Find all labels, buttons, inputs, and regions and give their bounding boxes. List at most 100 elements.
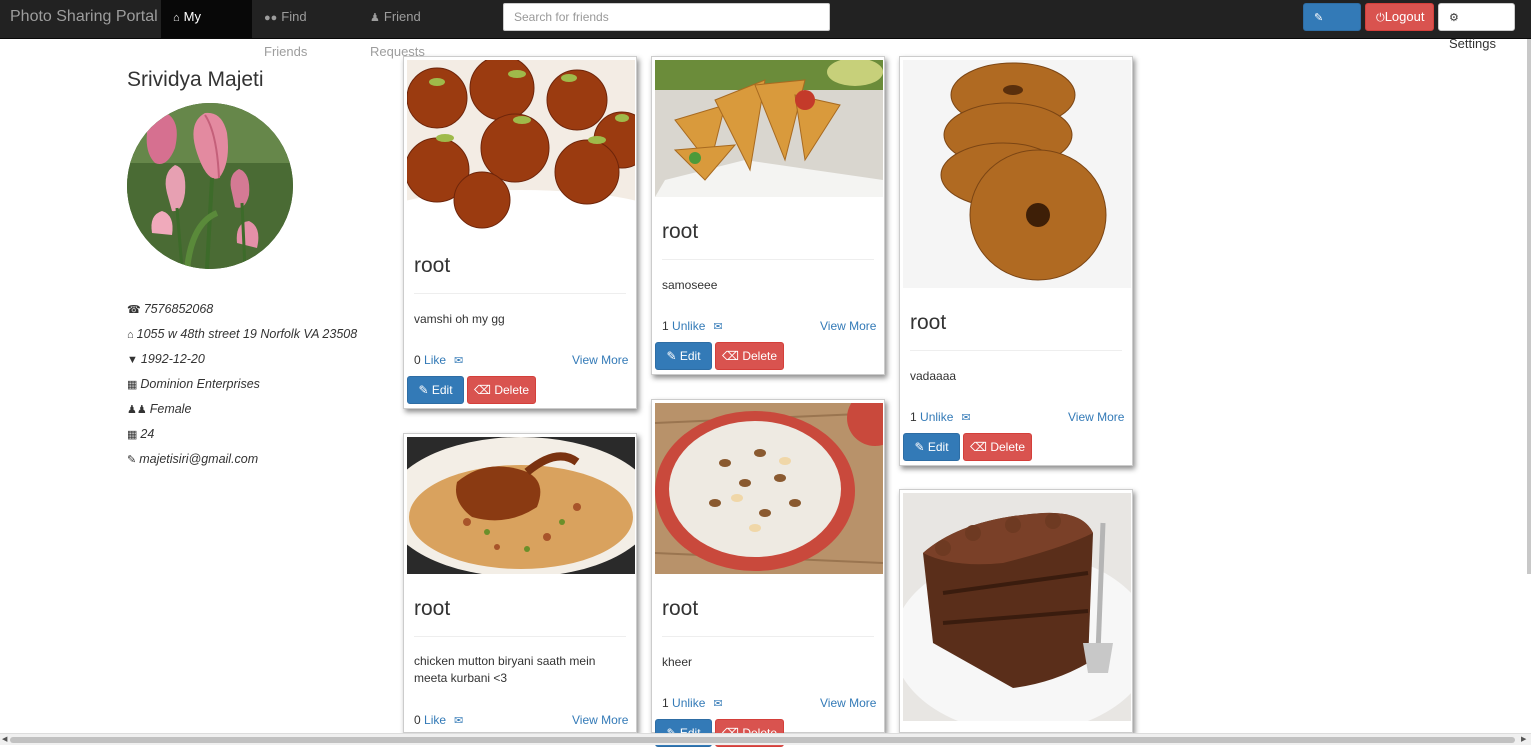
post-card [899, 489, 1133, 733]
profile-phone: ☎ 7576852068 [127, 302, 387, 316]
profile-phone-value: 7576852068 [143, 302, 214, 316]
logout-button[interactable]: ⏻Logout [1365, 3, 1434, 31]
unlike-link[interactable]: Unlike [672, 319, 705, 333]
comments-icon[interactable]: ✉ [961, 412, 970, 424]
home-icon: ⌂ [173, 12, 180, 24]
nav-my-profile[interactable]: ⌂ My Profile [161, 0, 252, 59]
glass-icon: ▼ [127, 354, 138, 366]
like-link[interactable]: Like [424, 713, 446, 727]
divider [414, 293, 626, 294]
comments-icon[interactable]: ✉ [454, 355, 463, 367]
post-button[interactable]: ✎ Post [1303, 3, 1361, 51]
comments-icon[interactable]: ✉ [713, 321, 722, 333]
top-navbar: Photo Sharing Portal ⌂ My Profile ●● Find … [0, 0, 1531, 59]
brand-logo[interactable]: Photo Sharing Portal [0, 0, 158, 38]
profile-address-value: 1055 w 48th street 19 Norfolk VA 23508 [136, 327, 358, 341]
like-count: 0 [414, 353, 421, 367]
post-image[interactable] [407, 437, 635, 574]
gear-icon: ⚙ [1449, 12, 1459, 24]
post-card: root kheer 1 Unlike✉ View More ✎ Edit ⌫ … [651, 399, 885, 747]
post-card: root vadaaaa 1 Unlike ✉ View More ✎ Edit … [899, 56, 1133, 466]
post-author: root [414, 254, 451, 277]
profile-age: ▦ 24 [127, 427, 387, 441]
post-caption: vadaaaa [910, 369, 957, 383]
view-more-link[interactable]: View More [572, 713, 628, 727]
edit-icon: ✎ [666, 349, 677, 363]
divider [662, 636, 874, 637]
unlike-link[interactable]: Unlike [672, 696, 705, 710]
like-link[interactable]: Like [424, 353, 446, 367]
profile-email-value: majetisiri@gmail.com [139, 452, 259, 466]
logout-button-label: Logout [1384, 9, 1425, 24]
post-image[interactable] [655, 403, 883, 574]
post-card: root samoseee 1 Unlike ✉ View More ✎ Edit… [651, 56, 885, 375]
profile-panel: Srividya Majeti ☎ 7576852068 ⌂ 1055 w 48th… [127, 68, 387, 466]
scroll-left-arrow-icon[interactable]: ◀ [2, 735, 7, 743]
post-image[interactable] [903, 493, 1131, 721]
delete-button-label: Delete [990, 440, 1025, 454]
divider [414, 636, 626, 637]
comments-icon[interactable]: ✉ [454, 715, 463, 727]
nav-friend-requests[interactable]: ♟ Friend Requests [358, 0, 478, 59]
vertical-scrollbar[interactable] [1527, 39, 1531, 574]
post-likes: 1 Unlike ✉ [910, 410, 971, 424]
search-friends-input[interactable] [503, 3, 830, 31]
post-author: root [662, 597, 699, 620]
profile-dob: ▼ 1992-12-20 [127, 352, 387, 366]
post-caption: samoseee [662, 278, 718, 292]
post-image[interactable] [903, 60, 1131, 288]
divider [662, 259, 874, 260]
post-card: root vamshi oh my gg 0 Like ✉ View More ✎… [403, 56, 637, 409]
edit-icon: ✎ [914, 440, 925, 454]
profile-gender: ♟♟ Female [127, 402, 387, 416]
phone-icon: ☎ [127, 304, 141, 316]
profile-name: Srividya Majeti [127, 68, 264, 91]
post-likes: 0 Like ✉ [414, 353, 463, 367]
edit-button-label: Edit [431, 383, 453, 397]
profile-email: ✎ majetisiri@gmail.com [127, 452, 387, 466]
post-likes: 0 Like ✉ [414, 713, 463, 727]
view-more-link[interactable]: View More [572, 353, 628, 367]
profile-company: ▦ Dominion Enterprises [127, 377, 387, 391]
view-more-link[interactable]: View More [820, 319, 876, 333]
like-count: 1 [662, 696, 669, 710]
post-image[interactable] [407, 60, 635, 231]
post-author: root [910, 311, 947, 334]
profile-age-value: 24 [140, 427, 155, 441]
male-icon: ♟ [370, 12, 380, 24]
edit-button[interactable]: ✎ Edit [655, 342, 712, 370]
post-button-label: Post [1314, 36, 1341, 51]
delete-button[interactable]: ⌫ Delete [467, 376, 536, 404]
delete-button[interactable]: ⌫ Delete [715, 342, 784, 370]
delete-button-label: Delete [742, 349, 777, 363]
comments-icon[interactable]: ✉ [713, 698, 722, 710]
post-card: root chicken mutton biryani saath mein m… [403, 433, 637, 733]
trash-icon: ⌫ [722, 349, 739, 363]
post-likes: 1 Unlike ✉ [662, 319, 723, 333]
edit-button-label: Edit [927, 440, 949, 454]
edit-button[interactable]: ✎ Edit [903, 433, 960, 461]
post-caption: vamshi oh my gg [414, 312, 505, 326]
post-image[interactable] [655, 60, 883, 197]
pencil-icon: ✎ [1314, 12, 1324, 24]
scrollbar-thumb[interactable] [10, 737, 1515, 743]
post-author: root [414, 597, 451, 620]
delete-button[interactable]: ⌫ Delete [963, 433, 1032, 461]
divider [910, 350, 1122, 351]
unlike-link[interactable]: Unlike [920, 410, 953, 424]
like-count: 1 [662, 319, 669, 333]
nav-find-friends[interactable]: ●● Find Friends [252, 0, 358, 59]
profile-gender-value: Female [149, 402, 192, 416]
home-icon: ⌂ [127, 329, 134, 341]
scroll-right-arrow-icon[interactable]: ▶ [1521, 735, 1526, 743]
edit-icon: ✎ [418, 383, 429, 397]
view-more-link[interactable]: View More [1068, 410, 1124, 424]
horizontal-scrollbar[interactable]: ◀ ▶ [0, 733, 1531, 745]
edit-button[interactable]: ✎ Edit [407, 376, 464, 404]
settings-button[interactable]: ⚙ Settings [1438, 3, 1515, 51]
trash-icon: ⌫ [970, 440, 987, 454]
view-more-link[interactable]: View More [820, 696, 876, 710]
profile-avatar [127, 103, 293, 269]
pencil-icon: ✎ [127, 454, 137, 466]
trash-icon: ⌫ [474, 383, 491, 397]
